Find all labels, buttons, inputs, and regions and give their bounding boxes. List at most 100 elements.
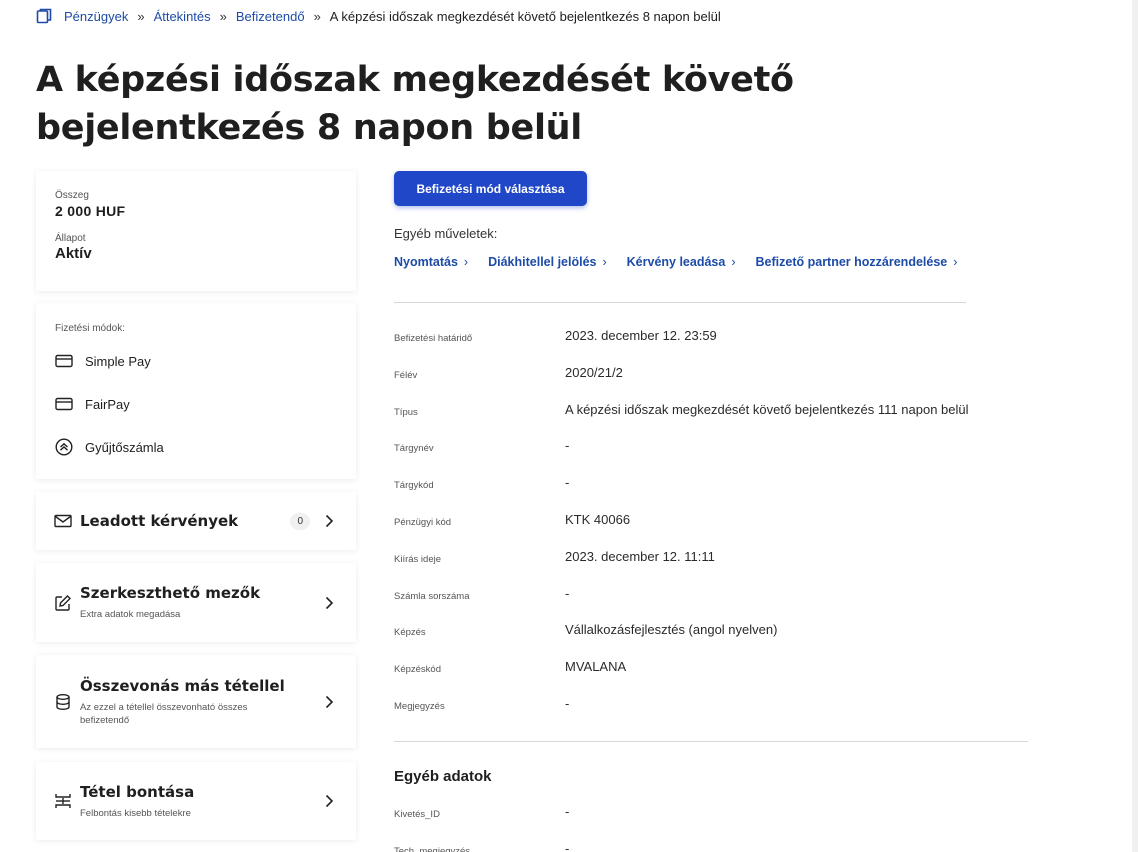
breadcrumb-link-payable[interactable]: Befizetendő <box>236 9 305 24</box>
finance-icon[interactable] <box>36 8 52 24</box>
payment-method-collect-account[interactable]: Gyűjtőszámla <box>55 437 337 457</box>
chevron-right-icon <box>325 514 334 528</box>
split-icon <box>55 794 71 808</box>
details-list: Befizetési határidő 2023. december 12. 23… <box>394 328 1034 733</box>
state-value: Aktív <box>55 245 92 262</box>
merge-items-card[interactable]: Összevonás más tétellel Az ezzel a tétel… <box>36 655 356 748</box>
amount-value: 2 000 HUF <box>55 203 126 219</box>
print-link[interactable]: Nyomtatás › <box>394 255 468 269</box>
card-subtitle: Felbontás kisebb tételekre <box>80 807 191 819</box>
submitted-requests-card[interactable]: Leadott kérvények 0 <box>36 492 356 550</box>
detail-row: Tárgykód - <box>394 475 1034 512</box>
divider <box>394 302 966 303</box>
payment-method-fairpay[interactable]: FairPay <box>55 394 337 414</box>
chevron-right-icon <box>325 695 334 708</box>
card-subtitle: Az ezzel a tétellel összevonható összes … <box>80 701 248 726</box>
collect-account-icon <box>55 438 73 456</box>
chevron-right-icon: › <box>463 255 469 269</box>
assign-payer-label: Befizető partner hozzárendelése <box>755 255 948 269</box>
detail-row: Típus A képzési időszak megkezdését követ… <box>394 402 1034 439</box>
detail-value: - <box>565 804 570 819</box>
database-icon <box>56 693 70 710</box>
breadcrumb-separator: » <box>313 8 321 24</box>
split-item-card[interactable]: Tétel bontása Felbontás kisebb tételekre <box>36 762 356 840</box>
other-actions: Nyomtatás › Diákhitellel jelölés › Kérvé… <box>394 255 977 269</box>
assign-payer-partner-link[interactable]: Befizető partner hozzárendelése › <box>756 255 958 269</box>
chevron-right-icon: › <box>953 255 958 269</box>
payment-methods-label: Fizetési módok: <box>55 323 126 334</box>
detail-value: KTK 40066 <box>565 511 631 527</box>
payment-method-label: Simple Pay <box>85 353 151 369</box>
chevron-right-icon: › <box>731 255 736 269</box>
detail-row: Kiírás ideje 2023. december 12. 11:11 <box>394 549 1034 586</box>
print-label: Nyomtatás <box>394 255 458 269</box>
page-title: A képzési időszak megkezdését követő bej… <box>36 60 794 148</box>
card-title: Leadott kérvények <box>80 512 239 530</box>
detail-key: Képzéskód <box>394 664 442 676</box>
breadcrumb-link-overview[interactable]: Áttekintés <box>154 9 211 24</box>
detail-key: Képzés <box>394 627 426 639</box>
detail-key: Számla sorszáma <box>394 590 470 602</box>
payment-method-label: Gyűjtőszámla <box>85 439 164 455</box>
submit-request-label: Kérvény leadása <box>626 255 726 269</box>
chevron-right-icon <box>325 596 334 609</box>
choose-payment-method-button[interactable]: Befizetési mód választása <box>394 171 587 206</box>
detail-key: Tárgykód <box>394 480 434 492</box>
other-data-title: Egyéb adatok <box>394 768 492 785</box>
detail-value: - <box>565 695 570 711</box>
detail-key: Pénzügyi kód <box>394 516 452 528</box>
detail-value: 2023. december 12. 23:59 <box>565 328 717 343</box>
amount-label: Összeg <box>55 190 89 201</box>
chevron-right-icon <box>325 794 334 808</box>
scrollbar[interactable] <box>1132 0 1138 852</box>
detail-row: Pénzügyi kód KTK 40066 <box>394 512 1034 549</box>
detail-row: Megjegyzés - <box>394 696 1034 733</box>
detail-value: 2020/21/2 <box>565 364 623 380</box>
state-label: Állapot <box>55 233 86 244</box>
credit-card-icon <box>55 397 73 411</box>
detail-row: Félév 2020/21/2 <box>394 365 1034 402</box>
card-title: Összevonás más tétellel <box>80 676 285 695</box>
mail-icon <box>54 514 72 528</box>
payment-method-label: FairPay <box>85 396 130 412</box>
detail-row: Tárgynév - <box>394 438 1034 475</box>
detail-value: - <box>565 585 570 601</box>
detail-row: Kivetés_ID - <box>394 804 1034 841</box>
detail-value: - <box>565 438 570 454</box>
detail-key: Tech_megjegyzés <box>394 845 471 852</box>
submit-request-link[interactable]: Kérvény leadása › <box>627 255 736 269</box>
detail-value: 2023. december 12. 11:11 <box>565 548 715 564</box>
detail-value: Vállalkozásfejlesztés (angol nyelven) <box>565 622 778 638</box>
breadcrumb-separator: » <box>219 8 227 24</box>
detail-value: - <box>565 840 570 852</box>
chevron-right-icon: › <box>602 255 607 269</box>
breadcrumb: Pénzügyek » Áttekintés » Befizetendő » A… <box>36 8 721 24</box>
detail-key: Félév <box>394 369 418 381</box>
edit-icon <box>55 594 71 611</box>
student-loan-mark-link[interactable]: Diákhitellel jelölés › <box>488 255 607 269</box>
detail-key: Megjegyzés <box>394 700 445 712</box>
count-badge: 0 <box>290 512 310 530</box>
breadcrumb-current: A képzési időszak megkezdését követő bej… <box>329 8 721 24</box>
card-title: Szerkeszthető mezők <box>80 584 261 602</box>
detail-row: Tech_megjegyzés - <box>394 841 1034 852</box>
card-title: Tétel bontása <box>80 782 195 801</box>
detail-key: Tárgynév <box>394 443 434 455</box>
detail-value: - <box>565 475 570 491</box>
detail-key: Típus <box>394 406 418 418</box>
student-loan-label: Diákhitellel jelölés <box>488 255 597 269</box>
detail-row: Képzéskód MVALANA <box>394 659 1034 696</box>
detail-row: Képzés Vállalkozásfejlesztés (angol nyelv… <box>394 622 1034 659</box>
detail-key: Kivetés_ID <box>394 809 440 820</box>
credit-card-icon <box>55 354 73 368</box>
breadcrumb-link-finance[interactable]: Pénzügyek <box>64 9 128 24</box>
payment-methods-card: Fizetési módok: Simple Pay FairPay Gyűjt… <box>36 303 356 479</box>
payment-method-simplepay[interactable]: Simple Pay <box>55 351 337 371</box>
detail-row: Számla sorszáma - <box>394 586 1034 623</box>
card-subtitle: Extra adatok megadása <box>80 609 181 620</box>
detail-key: Befizetési határidő <box>394 333 473 344</box>
editable-fields-card[interactable]: Szerkeszthető mezők Extra adatok megadás… <box>36 563 356 642</box>
detail-row: Befizetési határidő 2023. december 12. 23… <box>394 328 1034 365</box>
breadcrumb-separator: » <box>137 8 145 24</box>
detail-key: Kiírás ideje <box>394 553 441 565</box>
